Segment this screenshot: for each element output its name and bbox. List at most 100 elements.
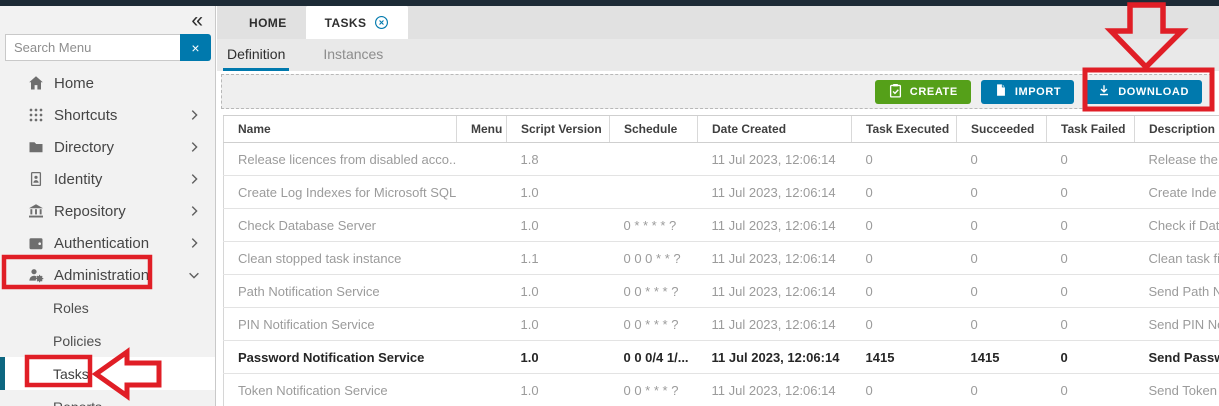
- tab-label: TASKS: [325, 16, 367, 30]
- table-cell: Path Notification Service: [224, 275, 457, 308]
- table-cell: [457, 209, 507, 242]
- search-input[interactable]: [5, 34, 180, 61]
- sidebar-item-authentication[interactable]: Authentication: [0, 227, 215, 259]
- sidebar-subitem-roles[interactable]: Roles: [0, 291, 215, 324]
- table-cell: Token Notification Service: [224, 374, 457, 406]
- table-cell: 0: [957, 209, 1047, 242]
- column-header-schedule[interactable]: Schedule: [610, 116, 698, 143]
- table-cell: 1415: [957, 341, 1047, 374]
- table-cell: Password Notification Service: [224, 341, 457, 374]
- column-header-script-version[interactable]: Script Version: [507, 116, 610, 143]
- table-cell: 0: [852, 143, 957, 176]
- sidebar-item-label: Home: [54, 75, 94, 92]
- sidebar-nav: Home Shortcuts Directory Identity Repository…: [0, 67, 215, 406]
- table-cell: Send Passw: [1135, 341, 1219, 374]
- table-row[interactable]: Check Database Server1.00 * * * * ?11 Ju…: [224, 209, 1219, 242]
- sidebar-subitem-label: Reports: [53, 399, 102, 406]
- table-cell: 0: [852, 275, 957, 308]
- wallet-icon: [28, 235, 44, 251]
- tab-tasks[interactable]: TASKS: [306, 6, 409, 39]
- table-cell: 0: [957, 143, 1047, 176]
- file-icon: [994, 83, 1008, 100]
- sidebar-subitem-label: Tasks: [53, 366, 89, 382]
- table-cell: 1.8: [507, 143, 610, 176]
- table-row[interactable]: Path Notification Service1.00 0 * * * ?1…: [224, 275, 1219, 308]
- clipboard-check-icon: [888, 83, 903, 101]
- sidebar-item-home[interactable]: Home: [0, 67, 215, 99]
- sidebar-item-label: Identity: [54, 171, 102, 188]
- chevron-right-icon: [187, 204, 201, 218]
- table-cell: 0: [957, 374, 1047, 406]
- column-header-date-created[interactable]: Date Created: [698, 116, 852, 143]
- table-cell: 0: [1047, 341, 1135, 374]
- table-cell: Clean stopped task instance: [224, 242, 457, 275]
- table-cell: 1415: [852, 341, 957, 374]
- table-cell: 0: [1047, 209, 1135, 242]
- sidebar-item-repository[interactable]: Repository: [0, 195, 215, 227]
- column-header-task-executed[interactable]: Task Executed: [852, 116, 957, 143]
- subtab-instances[interactable]: Instances: [319, 39, 387, 71]
- table-cell: 11 Jul 2023, 12:06:14: [698, 341, 852, 374]
- table-cell: 0: [957, 308, 1047, 341]
- table-cell: 0: [852, 209, 957, 242]
- sidebar-item-directory[interactable]: Directory: [0, 131, 215, 163]
- sidebar-subitem-policies[interactable]: Policies: [0, 324, 215, 357]
- table-cell: 0: [852, 308, 957, 341]
- column-header-task-failed[interactable]: Task Failed: [1047, 116, 1135, 143]
- create-button[interactable]: CREATE: [875, 80, 971, 104]
- column-header-menu[interactable]: Menu: [457, 116, 507, 143]
- tab-bar: HOME TASKS: [217, 6, 1219, 39]
- tab-close-icon[interactable]: [374, 15, 389, 30]
- sidebar-item-label: Repository: [54, 203, 126, 220]
- create-button-label: CREATE: [910, 86, 958, 98]
- table-row[interactable]: Clean stopped task instance1.10 0 0 * * …: [224, 242, 1219, 275]
- table-row[interactable]: Create Log Indexes for Microsoft SQL1.01…: [224, 176, 1219, 209]
- main-content: HOME TASKS Definition Instances CREATE IMP…: [217, 6, 1219, 406]
- table-cell: [610, 143, 698, 176]
- table-row[interactable]: Release licences from disabled acco...1.…: [224, 143, 1219, 176]
- table-cell: 0 0 * * * ?: [610, 374, 698, 406]
- sidebar-item-identity[interactable]: Identity: [0, 163, 215, 195]
- table-cell: 1.0: [507, 176, 610, 209]
- sidebar-subitem-tasks[interactable]: Tasks: [0, 357, 215, 390]
- folder-icon: [28, 139, 44, 155]
- table-cell: PIN Notification Service: [224, 308, 457, 341]
- column-header-description[interactable]: Description: [1135, 116, 1219, 143]
- table-cell: [457, 176, 507, 209]
- table-cell: 0: [1047, 176, 1135, 209]
- subtab-definition[interactable]: Definition: [223, 39, 289, 71]
- sidebar-item-administration[interactable]: Administration: [0, 259, 215, 291]
- tab-home[interactable]: HOME: [230, 6, 306, 39]
- sidebar-item-shortcuts[interactable]: Shortcuts: [0, 99, 215, 131]
- table-cell: 0: [1047, 143, 1135, 176]
- table-cell: [457, 275, 507, 308]
- table-cell: 1.0: [507, 374, 610, 406]
- table-cell: 0: [957, 242, 1047, 275]
- sidebar: « × Home Shortcuts Directory Identity Reposi…: [0, 6, 216, 406]
- table-row[interactable]: PIN Notification Service1.00 0 * * * ?11…: [224, 308, 1219, 341]
- shortcuts-grid-icon: [28, 107, 44, 123]
- sidebar-subitem-label: Policies: [53, 333, 101, 349]
- table-cell: 0: [852, 242, 957, 275]
- chevron-right-icon: [187, 236, 201, 250]
- table-row[interactable]: Token Notification Service 1.00 0 * * * ?…: [224, 374, 1219, 406]
- table-cell: 0: [1047, 374, 1135, 406]
- sidebar-item-label: Shortcuts: [54, 107, 117, 124]
- sidebar-subitem-reports[interactable]: Reports: [0, 390, 215, 406]
- table-cell: 0: [1047, 275, 1135, 308]
- download-button[interactable]: DOWNLOAD: [1084, 80, 1202, 104]
- table-row[interactable]: Password Notification Service1.00 0 0/4 …: [224, 341, 1219, 374]
- table-cell: 11 Jul 2023, 12:06:14: [698, 275, 852, 308]
- import-button[interactable]: IMPORT: [981, 80, 1074, 104]
- column-header-succeeded[interactable]: Succeeded: [957, 116, 1047, 143]
- chevron-right-icon: [187, 140, 201, 154]
- column-header-name[interactable]: Name: [224, 116, 457, 143]
- search-clear-button[interactable]: ×: [180, 34, 211, 61]
- table-cell: Clean task fi: [1135, 242, 1219, 275]
- repository-bank-icon: [28, 203, 44, 219]
- table-cell: [457, 374, 507, 406]
- table-cell: 0 0 * * * ?: [610, 308, 698, 341]
- sidebar-collapse-icon[interactable]: «: [191, 10, 203, 31]
- table-header-row: NameMenuScript VersionScheduleDate Creat…: [224, 116, 1219, 143]
- id-badge-icon: [28, 171, 44, 187]
